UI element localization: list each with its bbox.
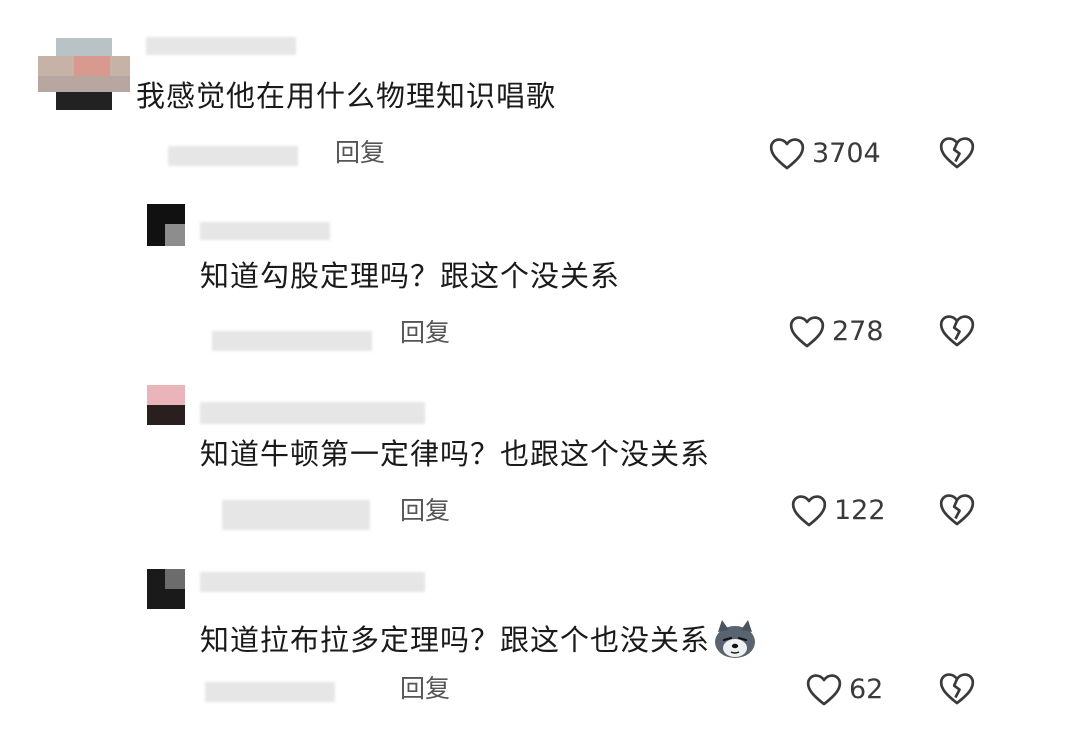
comment-meta bbox=[205, 682, 335, 702]
dislike-button[interactable] bbox=[938, 134, 976, 172]
comment-text: 知道勾股定理吗？跟这个没关系 bbox=[200, 259, 621, 293]
reply-button[interactable]: 回复 bbox=[335, 140, 385, 165]
heart-outline-icon bbox=[769, 138, 805, 170]
like-count: 122 bbox=[834, 494, 886, 526]
broken-heart-icon bbox=[939, 137, 975, 169]
dislike-button[interactable] bbox=[938, 312, 976, 350]
comment-text: 知道拉布拉多定理吗？跟这个也没关系 bbox=[200, 618, 758, 660]
broken-heart-icon bbox=[939, 673, 975, 705]
heart-outline-icon bbox=[789, 316, 825, 348]
like-button[interactable]: 3704 bbox=[768, 134, 881, 172]
avatar[interactable] bbox=[147, 569, 185, 609]
reply-button[interactable]: 回复 bbox=[400, 676, 450, 701]
broken-heart-icon bbox=[939, 494, 975, 526]
comment-text: 我感觉他在用什么物理知识唱歌 bbox=[136, 79, 557, 113]
avatar[interactable] bbox=[147, 385, 185, 425]
username[interactable] bbox=[200, 402, 425, 424]
heart-outline-icon bbox=[791, 495, 827, 527]
comment-meta bbox=[168, 146, 298, 166]
username[interactable] bbox=[146, 37, 296, 55]
reply-button[interactable]: 回复 bbox=[400, 498, 450, 523]
like-count: 3704 bbox=[812, 137, 881, 169]
like-count: 62 bbox=[849, 673, 884, 705]
comment-meta bbox=[212, 331, 372, 351]
reply-button[interactable]: 回复 bbox=[400, 320, 450, 345]
like-button[interactable]: 122 bbox=[790, 491, 886, 529]
username[interactable] bbox=[200, 572, 425, 592]
broken-heart-icon bbox=[939, 315, 975, 347]
heart-outline-icon bbox=[806, 674, 842, 706]
comment-meta bbox=[222, 500, 370, 530]
comment-text: 知道牛顿第一定律吗？也跟这个没关系 bbox=[200, 437, 711, 471]
dislike-button[interactable] bbox=[938, 670, 976, 708]
like-button[interactable]: 278 bbox=[788, 312, 884, 350]
dislike-button[interactable] bbox=[938, 491, 976, 529]
like-count: 278 bbox=[832, 315, 884, 347]
dog-emoji bbox=[715, 620, 756, 658]
username[interactable] bbox=[200, 222, 330, 240]
avatar[interactable] bbox=[38, 38, 130, 110]
avatar[interactable] bbox=[147, 204, 185, 246]
like-button[interactable]: 62 bbox=[805, 670, 883, 708]
